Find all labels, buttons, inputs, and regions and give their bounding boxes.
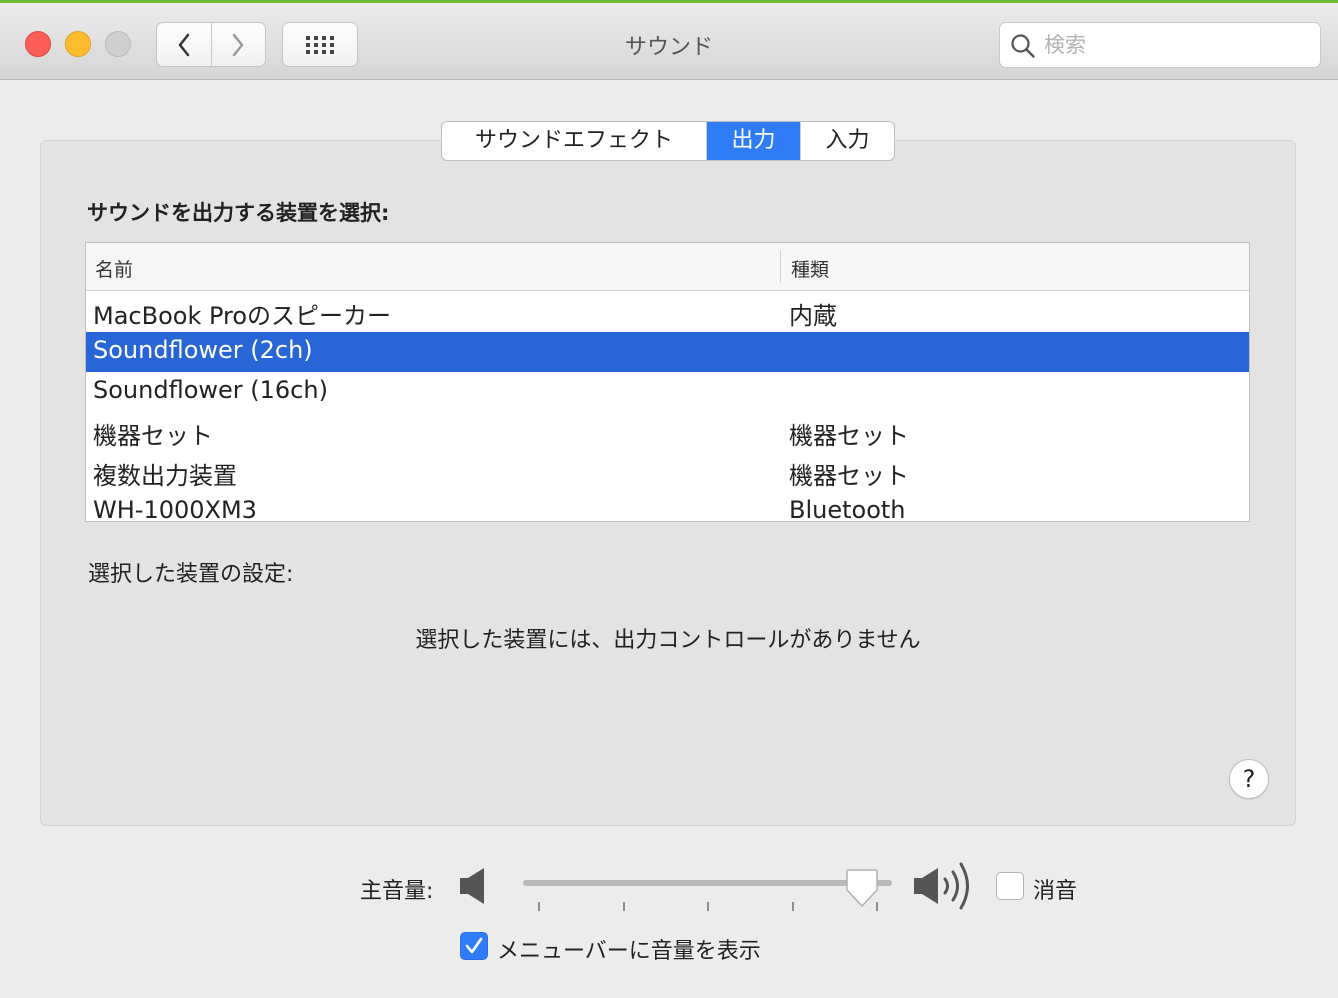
no-controls-message: 選択した装置には、出力コントロールがありません xyxy=(415,628,921,653)
volume-tick xyxy=(707,902,709,911)
speaker-high-icon xyxy=(914,862,969,910)
device-name: 複数出力装置 xyxy=(93,462,237,490)
tab-output[interactable]: 出力 xyxy=(706,122,800,160)
device-type: 機器セット xyxy=(789,422,909,450)
output-volume-label: 主音量: xyxy=(360,879,434,904)
device-name: 機器セット xyxy=(93,422,213,450)
help-button[interactable]: ? xyxy=(1229,759,1269,799)
column-header-type[interactable]: 種類 xyxy=(791,255,829,282)
show-volume-in-menubar-label[interactable]: メニューバーに音量を表示 xyxy=(497,933,761,965)
table-header: 名前 種類 xyxy=(86,243,1249,291)
column-header-name[interactable]: 名前 xyxy=(95,255,133,282)
volume-tick xyxy=(623,902,625,911)
show-volume-in-menubar-checkbox[interactable] xyxy=(460,932,488,960)
tab-sound-effects[interactable]: サウンドエフェクト xyxy=(442,122,706,160)
search-input[interactable] xyxy=(1044,29,1304,61)
volume-slider-knob[interactable] xyxy=(844,869,880,909)
table-row[interactable]: Soundflower (16ch) xyxy=(86,372,1249,412)
tab-bar: サウンドエフェクト 出力 入力 xyxy=(441,121,895,161)
table-row[interactable]: 機器セット 機器セット xyxy=(86,412,1249,452)
speaker-low-icon xyxy=(460,868,484,904)
device-type: 機器セット xyxy=(789,462,909,490)
device-name: Soundflower (2ch) xyxy=(93,336,313,364)
title-bar: サウンド xyxy=(0,0,1338,80)
mute-label[interactable]: 消音 xyxy=(1033,873,1077,905)
device-name: Soundflower (16ch) xyxy=(93,376,328,404)
tab-input[interactable]: 入力 xyxy=(800,122,894,160)
volume-slider[interactable] xyxy=(523,869,893,918)
device-name: MacBook Proのスピーカー xyxy=(93,302,392,330)
table-row-selected[interactable]: Soundflower (2ch) xyxy=(86,332,1249,372)
device-settings-label: 選択した装置の設定: xyxy=(88,562,294,587)
volume-tick xyxy=(792,902,794,911)
column-divider xyxy=(780,251,781,283)
search-icon xyxy=(1011,34,1035,58)
search-field[interactable] xyxy=(999,22,1321,68)
table-row[interactable]: WH-1000XM3 Bluetooth xyxy=(86,492,1249,522)
volume-slider-track xyxy=(523,880,892,886)
table-row[interactable]: MacBook Proのスピーカー 内蔵 xyxy=(86,292,1249,332)
table-row[interactable]: 複数出力装置 機器セット xyxy=(86,452,1249,492)
device-name: WH-1000XM3 xyxy=(93,496,257,522)
sound-preferences-window: サウンド サウンドエフェクト 出力 入力 サウンドを出力する装置を選択: 名前 … xyxy=(0,0,1338,998)
device-type: 内蔵 xyxy=(789,302,837,330)
checkmark-icon xyxy=(465,937,483,954)
output-device-section-label: サウンドを出力する装置を選択: xyxy=(87,201,390,225)
device-type: Bluetooth xyxy=(789,496,906,522)
output-device-table[interactable]: 名前 種類 MacBook Proのスピーカー 内蔵 Soundflower (… xyxy=(85,242,1250,522)
volume-tick xyxy=(538,902,540,911)
mute-checkbox[interactable] xyxy=(996,872,1024,900)
